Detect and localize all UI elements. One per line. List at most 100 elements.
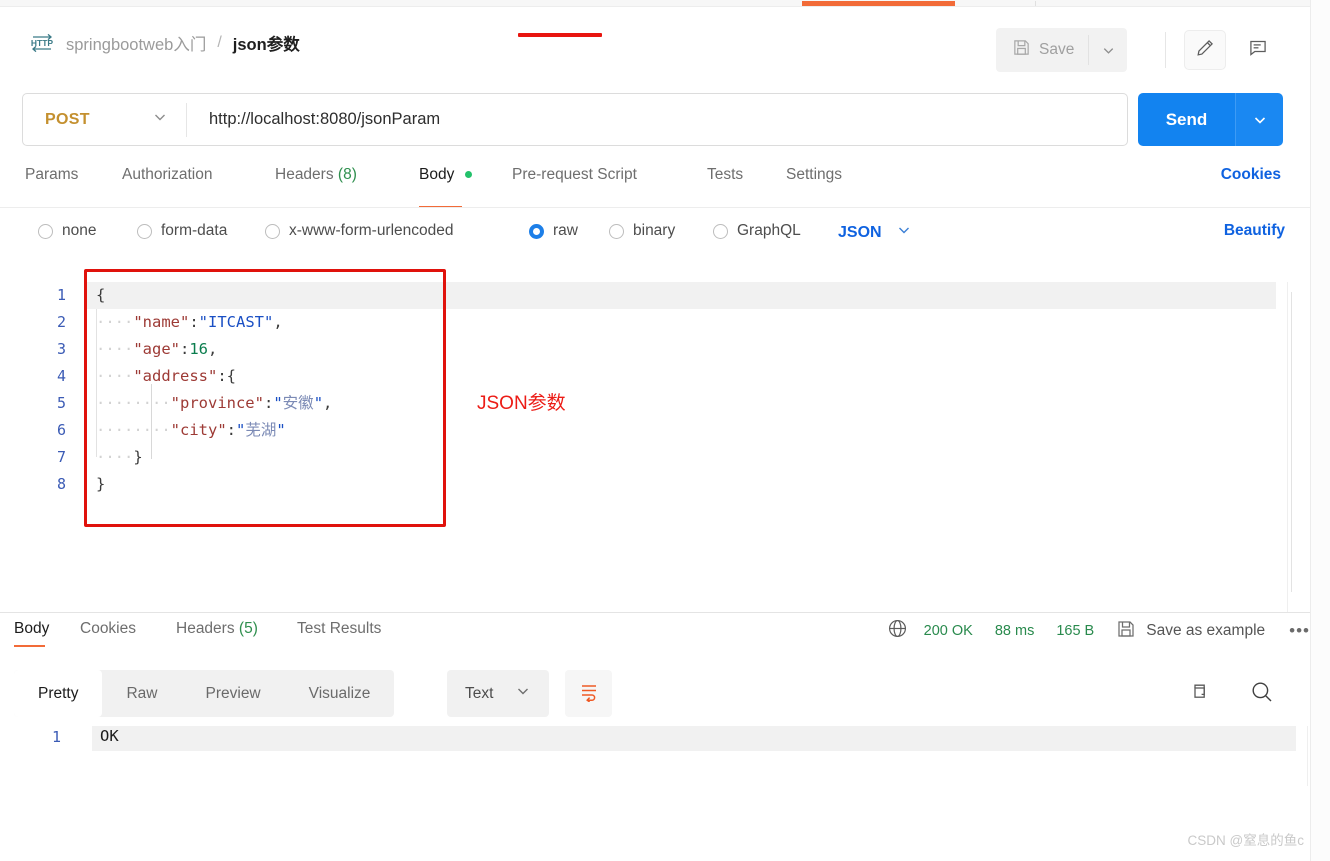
tab-params[interactable]: Params	[25, 166, 78, 208]
response-right-rule	[1307, 726, 1308, 786]
response-tab-body[interactable]: Body	[14, 620, 49, 647]
indent-dots: ····	[96, 448, 134, 466]
view-mode-preview[interactable]: Preview	[182, 670, 285, 717]
tab-label: Authorization	[122, 166, 213, 183]
radio-icon	[38, 223, 53, 239]
save-options-chevron-down-icon[interactable]	[1089, 28, 1127, 72]
word-wrap-icon	[578, 680, 600, 707]
code-line: ····"age":16,	[96, 336, 1276, 363]
radio-icon	[265, 223, 280, 239]
search-icon	[1248, 682, 1276, 710]
tab-tests[interactable]: Tests	[707, 166, 743, 208]
body-format-label: JSON	[838, 223, 882, 241]
view-mode-visualize[interactable]: Visualize	[285, 670, 395, 717]
editor-scrollbar[interactable]	[1288, 282, 1296, 612]
word-wrap-toggle[interactable]	[565, 670, 612, 717]
tab-label: Headers	[275, 166, 334, 183]
breadcrumb-current[interactable]: json参数	[233, 31, 300, 55]
annotation-label: JSON参数	[477, 393, 566, 414]
tab-label: Cookies	[80, 620, 136, 637]
response-status-bar: 200 OK 88 ms 165 B Save as example •••	[887, 618, 1310, 644]
body-type-raw[interactable]: raw	[529, 222, 578, 240]
view-mode-pretty[interactable]: Pretty	[14, 670, 103, 717]
save-button[interactable]: Save	[996, 28, 1088, 72]
send-options-chevron-down-icon[interactable]	[1235, 93, 1283, 146]
request-tabs: Params Authorization Headers (8) Body Pr…	[0, 166, 1310, 208]
response-tab-test-results[interactable]: Test Results	[297, 620, 381, 638]
url-input[interactable]: http://localhost:8080/jsonParam	[187, 110, 1127, 129]
code-line: ········"province":"安徽",	[96, 390, 1276, 417]
line-number: 3	[56, 340, 66, 358]
body-type-form-data[interactable]: form-data	[137, 222, 227, 240]
view-mode-raw[interactable]: Raw	[102, 670, 181, 717]
tab-authorization[interactable]: Authorization	[122, 166, 212, 208]
request-header: HTTP springbootweb入门 / json参数 Save	[0, 8, 1310, 75]
send-button-group: Send	[1138, 93, 1283, 146]
body-type-label: x-www-form-urlencoded	[289, 222, 454, 239]
svg-text:HTTP: HTTP	[31, 38, 54, 48]
code-token: "name"	[133, 313, 190, 331]
postman-window: HTTP springbootweb入门 / json参数 Save POST …	[0, 0, 1330, 861]
breadcrumb-separator: /	[217, 34, 222, 51]
globe-icon[interactable]	[887, 618, 908, 644]
response-time: 88 ms	[994, 623, 1035, 639]
copy-icon	[1188, 684, 1214, 709]
body-type-label: none	[62, 222, 97, 239]
active-tab-indicator[interactable]	[802, 1, 955, 6]
body-type-label: raw	[553, 222, 578, 239]
json-code[interactable]: { ····"name":"ITCAST", ····"age":16, ····"a…	[86, 282, 1276, 612]
code-line: ····"address":{	[96, 363, 1276, 390]
response-line-highlight	[92, 726, 1296, 751]
tab-pre-request-script[interactable]: Pre-request Script	[512, 166, 637, 208]
method-chevron-down-icon	[152, 109, 168, 130]
response-tab-headers[interactable]: Headers (5)	[176, 620, 258, 638]
body-type-label: GraphQL	[737, 222, 801, 239]
code-token: {	[226, 367, 237, 385]
ellipsis-icon[interactable]: •••	[1289, 621, 1310, 641]
tab-strip	[0, 0, 1310, 7]
response-size: 165 B	[1056, 623, 1095, 639]
breadcrumb: HTTP springbootweb入门 / json参数	[28, 30, 300, 56]
tab-label: Tests	[707, 166, 744, 183]
code-token: }	[133, 448, 143, 466]
tab-count: (8)	[337, 166, 357, 183]
send-button[interactable]: Send	[1138, 93, 1235, 146]
code-token: "ITCAST"	[198, 313, 274, 331]
body-type-none[interactable]: none	[38, 222, 96, 240]
code-token: :	[226, 421, 236, 439]
breadcrumb-parent[interactable]: springbootweb入门	[66, 31, 206, 55]
body-type-graphql[interactable]: GraphQL	[713, 222, 801, 240]
body-type-label: binary	[633, 222, 676, 239]
tab-headers[interactable]: Headers (8)	[275, 166, 357, 208]
status-code: 200 OK	[923, 623, 973, 639]
cookies-link[interactable]: Cookies	[1221, 166, 1281, 184]
code-line: ····"name":"ITCAST",	[96, 309, 1276, 336]
response-tab-cookies[interactable]: Cookies	[80, 620, 136, 638]
body-type-x-www-form-urlencoded[interactable]: x-www-form-urlencoded	[265, 222, 454, 240]
response-divider	[0, 612, 1310, 613]
tabs-separator	[0, 207, 1310, 208]
copy-button[interactable]	[1188, 679, 1214, 710]
right-rail	[1310, 0, 1330, 861]
response-body-text[interactable]: OK	[100, 727, 119, 745]
tab-label: Pre-request Script	[512, 166, 637, 183]
code-token: "city"	[170, 421, 227, 439]
code-token: {	[96, 286, 106, 304]
code-token: 16	[189, 340, 209, 358]
comment-button[interactable]	[1237, 30, 1279, 70]
code-token: "province"	[170, 394, 264, 412]
tab-body[interactable]: Body	[419, 166, 472, 208]
code-token: "	[313, 394, 324, 412]
edit-button[interactable]	[1184, 30, 1226, 70]
tab-label: Body	[419, 166, 455, 183]
method-selector[interactable]: POST	[23, 94, 186, 145]
floppy-disk-icon	[1116, 619, 1136, 644]
code-token: :	[263, 394, 274, 412]
beautify-link[interactable]: Beautify	[1224, 222, 1285, 240]
response-format-selector[interactable]: Text	[447, 670, 550, 717]
body-type-binary[interactable]: binary	[609, 222, 675, 240]
body-format-selector[interactable]: JSON	[838, 222, 912, 243]
tab-settings[interactable]: Settings	[786, 166, 842, 208]
save-as-example-button[interactable]: Save as example	[1116, 619, 1265, 644]
search-button[interactable]	[1248, 678, 1276, 711]
